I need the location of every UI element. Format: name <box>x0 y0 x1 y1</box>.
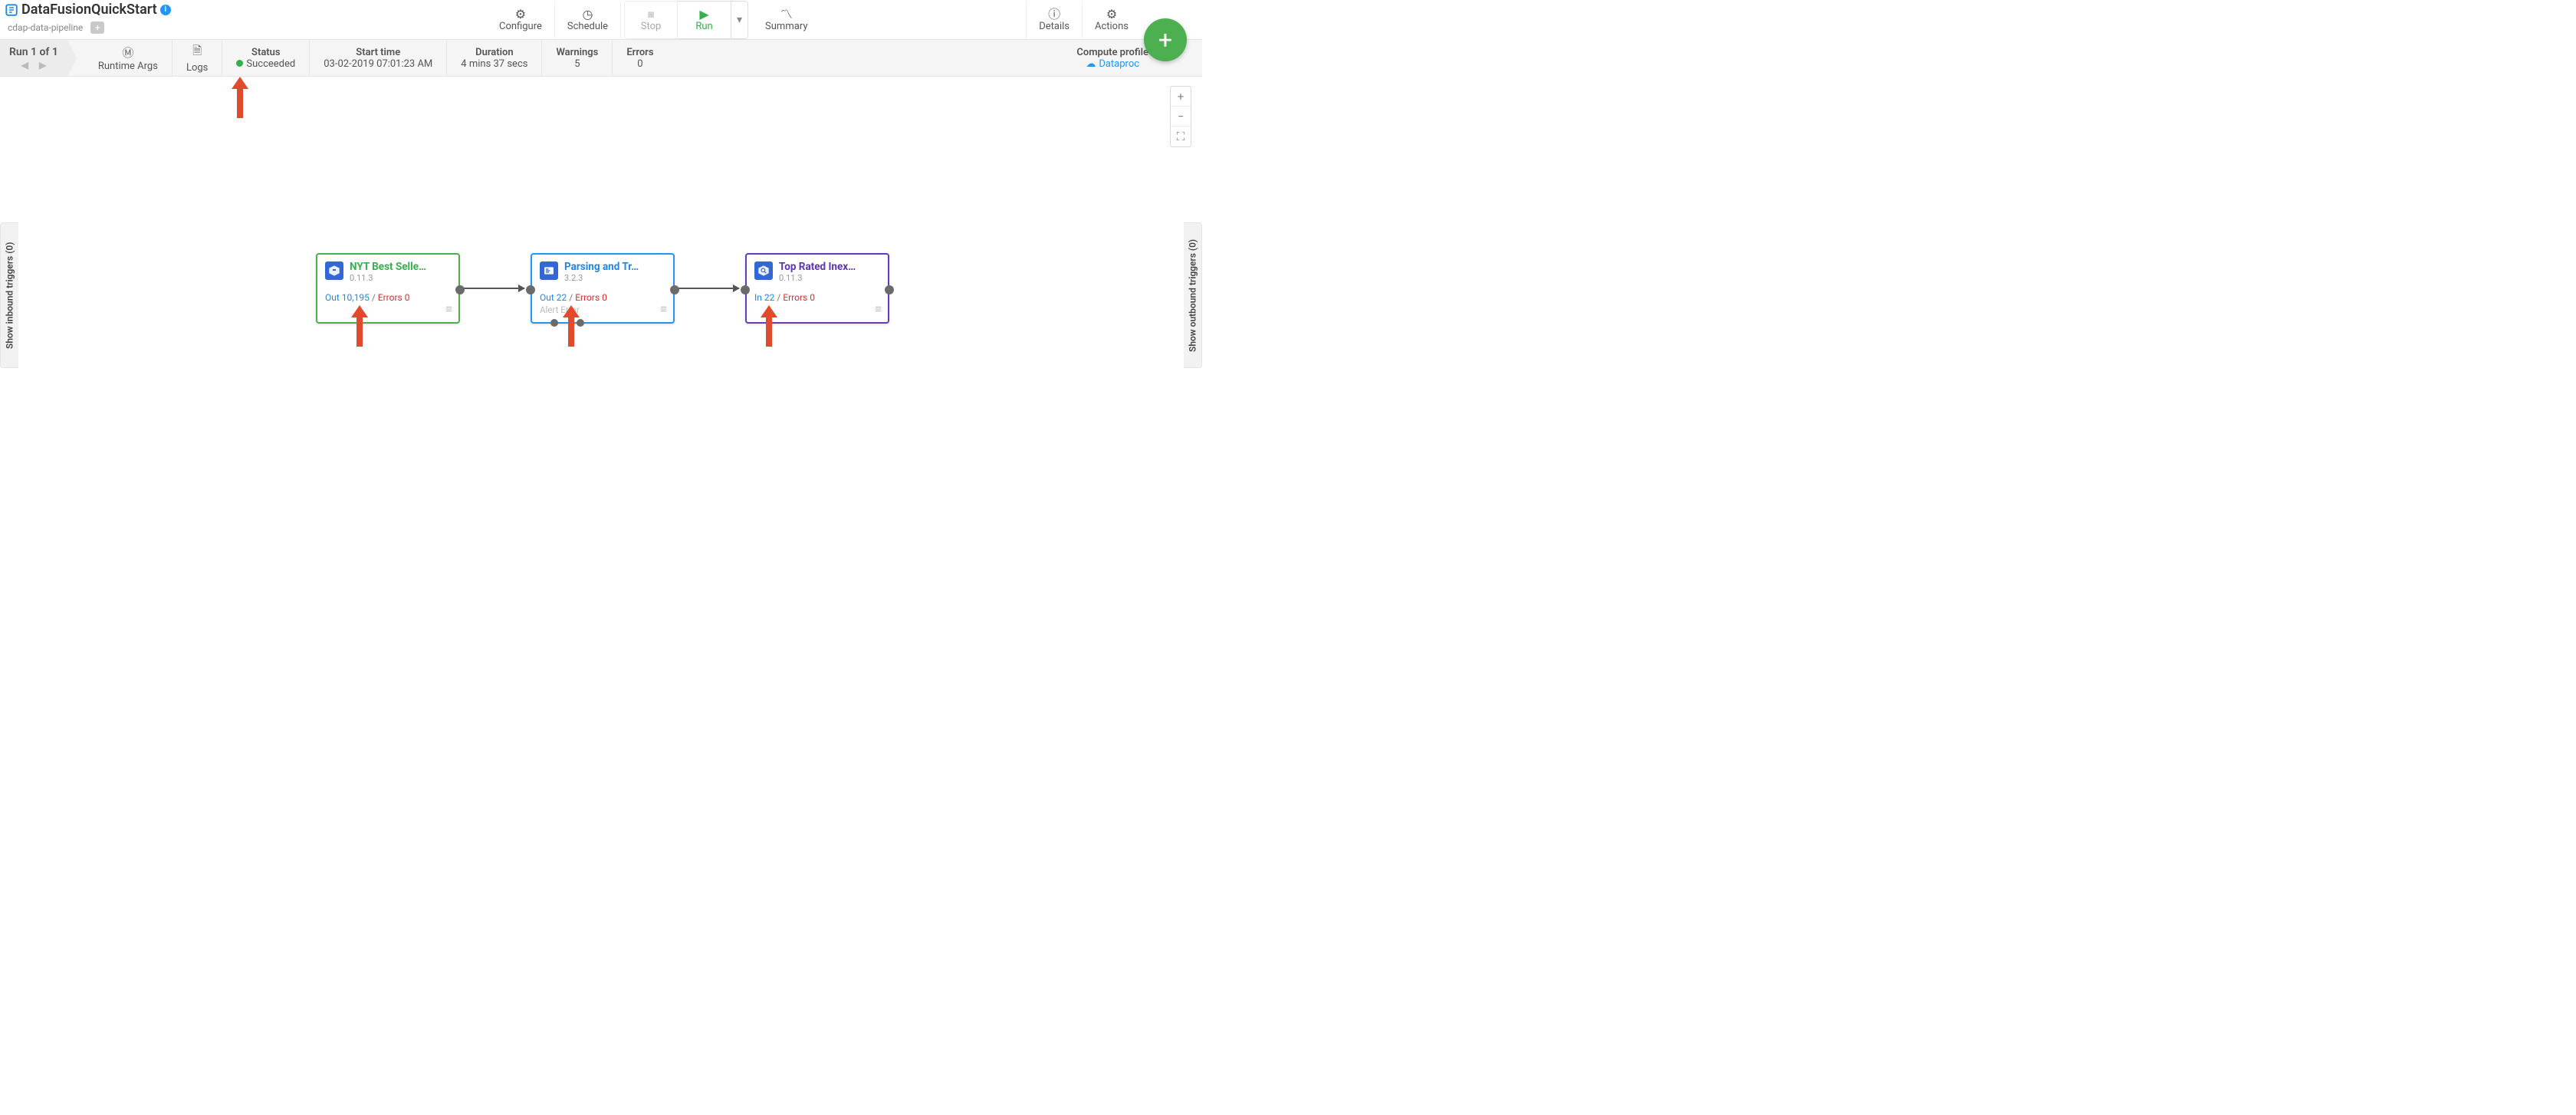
fab-add-button[interactable]: + <box>1144 18 1187 61</box>
zoom-out-button[interactable]: − <box>1171 107 1191 127</box>
output-port[interactable] <box>670 285 679 294</box>
pipeline-canvas[interactable]: + − ⛶ Show inbound triggers (0) Show out… <box>0 77 1202 558</box>
clock-icon: ◷ <box>582 8 593 21</box>
stop-button[interactable]: ■ Stop <box>624 1 678 39</box>
run-button[interactable]: ▶ Run <box>678 1 731 39</box>
output-port[interactable] <box>885 285 894 294</box>
info-icon[interactable]: i <box>160 5 171 15</box>
alert-port[interactable] <box>550 319 558 327</box>
run-dropdown-caret[interactable]: ▾ <box>731 1 748 39</box>
schedule-button[interactable]: ◷ Schedule <box>555 1 621 39</box>
node-title: NYT Best Selle… <box>350 261 451 273</box>
outbound-triggers-rail[interactable]: Show outbound triggers (0) <box>1184 222 1202 368</box>
sliders-icon: ⚙ <box>515 8 526 21</box>
node-stats: Out 10,195 / Errors 0 <box>325 292 451 303</box>
configure-button[interactable]: ⚙ Configure <box>487 1 555 39</box>
transform-node-icon <box>540 261 558 280</box>
node-title: Top Rated Inex… <box>779 261 880 273</box>
node-source[interactable]: NYT Best Selle… 0.11.3 Out 10,195 / Erro… <box>316 253 460 324</box>
start-time-cell: Start time 03-02-2019 07:01:23 AM <box>310 40 447 76</box>
node-version: 3.2.3 <box>564 273 665 283</box>
input-port[interactable] <box>741 285 750 294</box>
node-version: 0.11.3 <box>350 273 451 283</box>
cloud-icon: ☁ <box>1086 58 1096 70</box>
prev-run-icon[interactable]: ◀ <box>21 60 28 71</box>
toolbar-right: ⓘ Details ⚙ Actions <box>1026 0 1141 40</box>
actions-button[interactable]: ⚙ Actions <box>1082 1 1141 39</box>
sink-node-icon <box>754 261 773 280</box>
runtime-args-icon: Ⓜ <box>122 44 133 61</box>
runtime-args-button[interactable]: Ⓜ Runtime Args <box>84 40 172 76</box>
node-title: Parsing and Tr… <box>564 261 665 273</box>
node-extra-ports-label: Alert Error <box>540 304 665 315</box>
connector-1-2 <box>463 288 524 289</box>
titlebar: DataFusionQuickStart i cdap-data-pipelin… <box>0 0 1202 40</box>
node-sink[interactable]: Top Rated Inex… 0.11.3 In 22 / Errors 0 … <box>745 253 889 324</box>
output-port[interactable] <box>455 285 465 294</box>
info-circle-icon: ⓘ <box>1048 8 1060 21</box>
node-version: 0.11.3 <box>779 273 880 283</box>
breadcrumb-add-button[interactable]: + <box>90 21 104 34</box>
warnings-cell: Warnings 5 <box>542 40 613 76</box>
node-stats: Out 22 / Errors 0 <box>540 292 665 303</box>
play-icon: ▶ <box>699 8 708 21</box>
breadcrumb[interactable]: cdap-data-pipeline <box>5 21 86 35</box>
inbound-triggers-rail[interactable]: Show inbound triggers (0) <box>0 222 18 368</box>
summary-button[interactable]: 〽 Summary <box>753 1 820 39</box>
error-port[interactable] <box>577 319 584 327</box>
status-dot-icon <box>236 60 243 67</box>
connector-2-3 <box>678 288 739 289</box>
gear-icon: ⚙ <box>1106 8 1117 21</box>
stop-icon: ■ <box>647 8 655 21</box>
errors-cell: Errors 0 <box>613 40 667 76</box>
source-node-icon <box>325 261 343 280</box>
run-selector[interactable]: Run 1 of 1 ◀ ▶ <box>0 40 67 76</box>
node-menu-icon[interactable]: ≡ <box>875 302 882 316</box>
status-cell: Status Succeeded <box>222 40 310 76</box>
app-logo-icon <box>5 3 18 17</box>
zoom-fit-button[interactable]: ⛶ <box>1171 127 1191 146</box>
node-menu-icon[interactable]: ≡ <box>445 302 452 316</box>
pipeline-title-text: DataFusionQuickStart <box>21 2 157 18</box>
annotation-arrow <box>235 77 245 118</box>
duration-cell: Duration 4 mins 37 secs <box>447 40 542 76</box>
compute-profile[interactable]: Compute profile ☁Dataproc <box>1076 40 1148 76</box>
input-port[interactable] <box>526 285 535 294</box>
logs-button[interactable]: 🗎 Logs <box>172 40 222 76</box>
node-transform[interactable]: Parsing and Tr… 3.2.3 Out 22 / Errors 0 … <box>531 253 675 324</box>
logs-icon: 🗎 <box>192 43 202 62</box>
zoom-in-button[interactable]: + <box>1171 87 1191 107</box>
next-run-icon[interactable]: ▶ <box>39 60 46 71</box>
details-button[interactable]: ⓘ Details <box>1026 1 1082 39</box>
node-menu-icon[interactable]: ≡ <box>660 302 667 316</box>
zoom-controls: + − ⛶ <box>1170 86 1191 147</box>
node-stats: In 22 / Errors 0 <box>754 292 880 303</box>
pipeline-title: DataFusionQuickStart i <box>5 2 171 18</box>
run-info-bar: Run 1 of 1 ◀ ▶ Ⓜ Runtime Args 🗎 Logs Sta… <box>0 40 1202 77</box>
toolbar-center: ⚙ Configure ◷ Schedule ■ Stop ▶ Run ▾ 〽 … <box>487 0 820 40</box>
chart-icon: 〽 <box>780 8 793 21</box>
